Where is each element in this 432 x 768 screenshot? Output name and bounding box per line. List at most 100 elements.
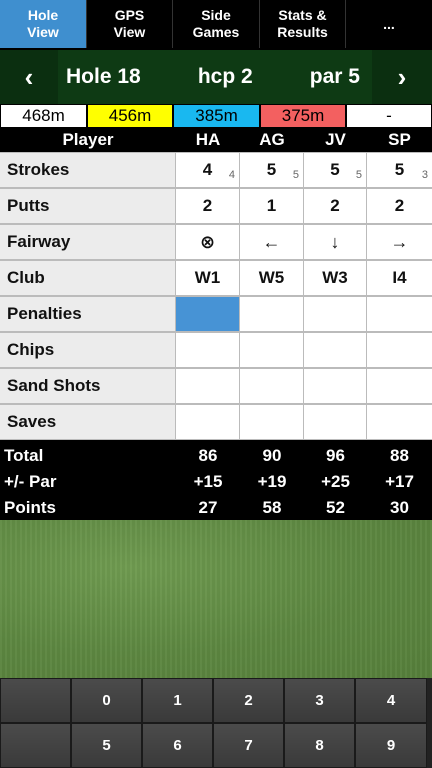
putts-cell[interactable]: 2 bbox=[176, 188, 240, 224]
row-label-fairway: Fairway bbox=[0, 224, 176, 260]
player-initials[interactable]: HA bbox=[176, 130, 240, 150]
fairway-cell[interactable]: ↓ bbox=[304, 224, 367, 260]
keypad-row: 5 6 7 8 9 bbox=[0, 723, 432, 768]
number-keypad: 0 1 2 3 4 5 6 7 8 9 bbox=[0, 678, 432, 768]
club-cell[interactable]: W1 bbox=[176, 260, 240, 296]
score-grid: Strokes 44 55 55 53 Putts 2 1 2 2 Fairwa… bbox=[0, 152, 432, 440]
points-value: 52 bbox=[326, 498, 345, 517]
table-row: Fairway ⊗ ← ↓ → bbox=[0, 224, 432, 260]
top-tab-bar: Hole View GPS View Side Games Stats & Re… bbox=[0, 0, 432, 48]
putts-cell[interactable]: 2 bbox=[367, 188, 432, 224]
par-diff-value: +19 bbox=[257, 472, 287, 491]
keypad-key-6[interactable]: 6 bbox=[142, 723, 213, 768]
tab-stats-results[interactable]: Stats & Results bbox=[260, 0, 346, 48]
tab-more[interactable]: ... bbox=[346, 0, 432, 48]
keypad-key-4[interactable]: 4 bbox=[355, 678, 427, 723]
points-value: 30 bbox=[390, 498, 409, 517]
tee-distances: 468m 456m 385m 375m - bbox=[0, 104, 432, 128]
penalties-cell[interactable] bbox=[240, 296, 304, 332]
chips-cell[interactable] bbox=[240, 332, 304, 368]
penalties-cell[interactable] bbox=[367, 296, 432, 332]
total-row: Total 86 90 96 88 bbox=[0, 443, 432, 469]
fairway-cell[interactable]: ⊗ bbox=[176, 224, 240, 260]
keypad-key-7[interactable]: 7 bbox=[213, 723, 284, 768]
sand-shots-cell[interactable] bbox=[367, 368, 432, 404]
penalties-cell[interactable] bbox=[304, 296, 367, 332]
club-cell[interactable]: I4 bbox=[367, 260, 432, 296]
sand-shots-cell[interactable] bbox=[176, 368, 240, 404]
handicap-strokes: 5 bbox=[292, 169, 299, 181]
total-value: 88 bbox=[390, 446, 409, 465]
player-header-row: Player HA AG JV SP bbox=[0, 128, 432, 152]
player-initials[interactable]: SP bbox=[367, 130, 432, 150]
strokes-cell[interactable]: 55 bbox=[304, 152, 367, 188]
strokes-cell[interactable]: 44 bbox=[176, 152, 240, 188]
arrow-right-icon: → bbox=[390, 231, 409, 252]
tab-hole-view[interactable]: Hole View bbox=[0, 0, 87, 48]
par-diff-row: +/- Par +15 +19 +25 +17 bbox=[0, 469, 432, 495]
strokes-cell[interactable]: 53 bbox=[367, 152, 432, 188]
row-label-sand-shots: Sand Shots bbox=[0, 368, 176, 404]
keypad-key-1[interactable]: 1 bbox=[142, 678, 213, 723]
saves-cell[interactable] bbox=[304, 404, 367, 440]
arrow-left-icon: ← bbox=[262, 231, 281, 252]
keypad-key-9[interactable]: 9 bbox=[355, 723, 427, 768]
total-label: Total bbox=[4, 446, 44, 465]
saves-cell[interactable] bbox=[240, 404, 304, 440]
club-cell[interactable]: W3 bbox=[304, 260, 367, 296]
cell-value: 5 bbox=[266, 160, 277, 179]
putts-cell[interactable]: 2 bbox=[304, 188, 367, 224]
saves-cell[interactable] bbox=[176, 404, 240, 440]
row-label-putts: Putts bbox=[0, 188, 176, 224]
grass-background bbox=[0, 520, 432, 678]
keypad-key-2[interactable]: 2 bbox=[213, 678, 284, 723]
total-value: 96 bbox=[326, 446, 345, 465]
player-column-header: Player bbox=[62, 130, 114, 149]
keypad-key-5[interactable]: 5 bbox=[71, 723, 142, 768]
tab-label: ... bbox=[383, 15, 395, 32]
player-initials[interactable]: AG bbox=[240, 130, 304, 150]
keypad-key-8[interactable]: 8 bbox=[284, 723, 355, 768]
row-label-saves: Saves bbox=[0, 404, 176, 440]
table-row: Chips bbox=[0, 332, 432, 368]
chips-cell[interactable] bbox=[367, 332, 432, 368]
arrow-down-icon: ↓ bbox=[330, 231, 340, 252]
handicap-strokes: 3 bbox=[421, 169, 428, 181]
keypad-blank-key[interactable] bbox=[0, 723, 71, 768]
points-value: 58 bbox=[262, 498, 282, 517]
keypad-key-3[interactable]: 3 bbox=[284, 678, 355, 723]
hole-navigation-bar: ‹ Hole 18 hcp 2 par 5 › bbox=[0, 48, 432, 104]
row-label-penalties: Penalties bbox=[0, 296, 176, 332]
par-diff-label: +/- Par bbox=[4, 472, 57, 491]
table-row: Putts 2 1 2 2 bbox=[0, 188, 432, 224]
saves-cell[interactable] bbox=[367, 404, 432, 440]
fairway-cell[interactable]: → bbox=[367, 224, 432, 260]
table-row: Club W1 W5 W3 I4 bbox=[0, 260, 432, 296]
hole-handicap: hcp 2 bbox=[197, 65, 253, 88]
penalties-cell-selected[interactable] bbox=[176, 296, 240, 332]
row-label-club: Club bbox=[0, 260, 176, 296]
total-value: 86 bbox=[198, 446, 218, 465]
points-value: 27 bbox=[198, 498, 218, 517]
table-row: Penalties bbox=[0, 296, 432, 332]
table-row: Strokes 44 55 55 53 bbox=[0, 152, 432, 188]
next-hole-button[interactable]: › bbox=[372, 50, 432, 104]
strokes-cell[interactable]: 55 bbox=[240, 152, 304, 188]
sand-shots-cell[interactable] bbox=[304, 368, 367, 404]
total-value: 90 bbox=[262, 446, 282, 465]
club-cell[interactable]: W5 bbox=[240, 260, 304, 296]
keypad-blank-key[interactable] bbox=[0, 678, 71, 723]
previous-hole-button[interactable]: ‹ bbox=[0, 50, 58, 104]
tab-gps-view[interactable]: GPS View bbox=[87, 0, 173, 48]
chips-cell[interactable] bbox=[304, 332, 367, 368]
fairway-cell[interactable]: ← bbox=[240, 224, 304, 260]
chevron-left-icon: ‹ bbox=[24, 61, 34, 92]
putts-cell[interactable]: 1 bbox=[240, 188, 304, 224]
cell-value: 5 bbox=[394, 160, 405, 179]
tab-side-games[interactable]: Side Games bbox=[173, 0, 260, 48]
chips-cell[interactable] bbox=[176, 332, 240, 368]
player-initials[interactable]: JV bbox=[304, 130, 367, 150]
keypad-key-0[interactable]: 0 bbox=[71, 678, 142, 723]
sand-shots-cell[interactable] bbox=[240, 368, 304, 404]
distance-other-tee: - bbox=[346, 104, 432, 128]
